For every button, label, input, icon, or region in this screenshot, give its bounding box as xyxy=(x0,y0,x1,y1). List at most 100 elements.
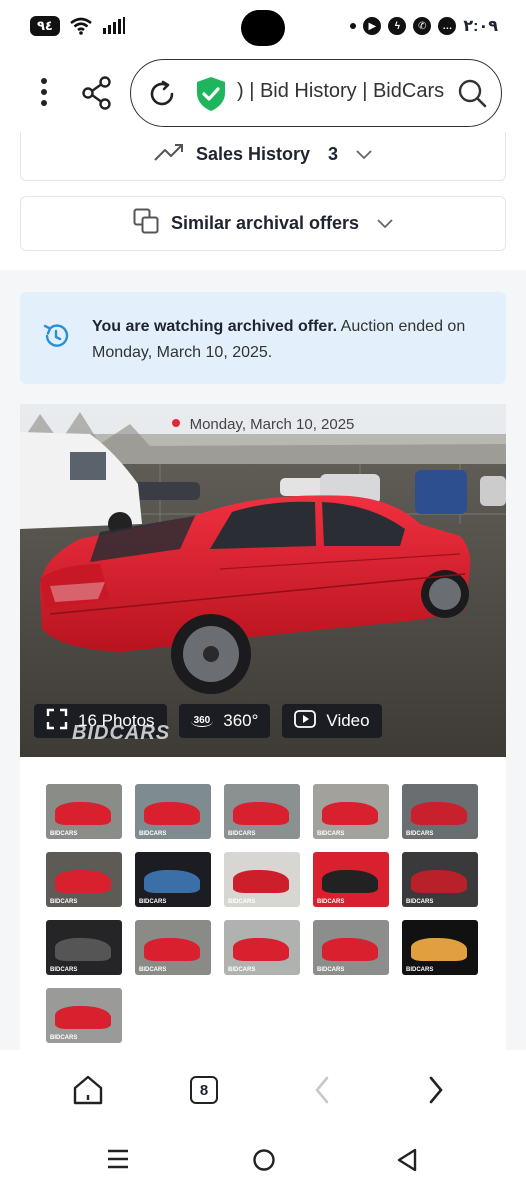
url-text[interactable]: ) | Bid History | BidCars xyxy=(237,80,444,103)
thumbnail-watermark: BIDCARS xyxy=(406,899,434,905)
thumbnail-car-shape xyxy=(144,801,201,825)
messenger-icon: ϟ xyxy=(388,17,407,35)
thumbnail-car-shape xyxy=(55,937,112,961)
auction-date: Monday, March 10, 2025 xyxy=(20,416,506,433)
thumbnail-10[interactable]: BIDCARS xyxy=(402,852,478,907)
reload-icon[interactable] xyxy=(147,79,177,114)
thumbnail-watermark: BIDCARS xyxy=(228,831,256,837)
more-vert-icon[interactable] xyxy=(36,78,52,110)
thumbnail-6[interactable]: BIDCARS xyxy=(46,852,122,907)
accordion-section: Sales History 3 Similar archival offers xyxy=(0,132,526,270)
thumbnail-car-shape xyxy=(55,869,112,893)
thumbnail-watermark: BIDCARS xyxy=(139,967,167,973)
thumbnail-4[interactable]: BIDCARS xyxy=(313,784,389,839)
thumbnail-watermark: BIDCARS xyxy=(317,899,345,905)
home-circle-icon[interactable] xyxy=(252,1148,276,1177)
copy-icon xyxy=(133,208,159,239)
thumbnail-car-shape xyxy=(322,801,379,825)
view-360-button[interactable]: 360 360° xyxy=(178,704,271,738)
whatsapp-icon: ✆ xyxy=(413,17,432,35)
thumbnail-3[interactable]: BIDCARS xyxy=(224,784,300,839)
thumbnail-watermark: BIDCARS xyxy=(139,831,167,837)
thumbnail-car-shape xyxy=(411,869,468,893)
thumbnail-watermark: BIDCARS xyxy=(50,967,78,973)
thumbnail-car-shape xyxy=(144,869,201,893)
thumbnail-15[interactable]: BIDCARS xyxy=(402,920,478,975)
view-360-icon: 360 xyxy=(190,715,214,727)
similar-offers-accordion[interactable]: Similar archival offers xyxy=(20,196,506,251)
thumbnail-watermark: BIDCARS xyxy=(50,899,78,905)
thumbnail-watermark: BIDCARS xyxy=(139,899,167,905)
forward-icon[interactable] xyxy=(426,1074,446,1111)
chevron-down-icon xyxy=(356,144,372,165)
page-content: Sales History 3 Similar archival offers … xyxy=(0,132,526,1050)
chevron-down-icon xyxy=(377,213,393,234)
thumbnail-car-shape xyxy=(322,869,379,893)
thumbnail-car-shape xyxy=(233,869,290,893)
tab-switcher-button[interactable]: 8 xyxy=(190,1076,218,1104)
signal-icon xyxy=(102,17,126,35)
search-icon[interactable] xyxy=(457,78,487,113)
thumbnail-8[interactable]: BIDCARS xyxy=(224,852,300,907)
thumbnail-5[interactable]: BIDCARS xyxy=(402,784,478,839)
similar-offers-label: Similar archival offers xyxy=(170,213,360,233)
thumbnail-car-shape xyxy=(55,801,112,825)
play-icon xyxy=(294,709,317,733)
thumbnail-watermark: BIDCARS xyxy=(406,967,434,973)
thumbnail-2[interactable]: BIDCARS xyxy=(135,784,211,839)
home-icon[interactable] xyxy=(72,1074,104,1111)
notification-dot xyxy=(350,23,357,29)
youtube-icon: ▶ xyxy=(363,17,382,35)
status-bar: ٩٤ ▶ ϟ ✆ … ٢:٠٩ xyxy=(0,0,526,56)
notice-bold: You are watching archived offer. xyxy=(92,318,338,335)
expand-icon xyxy=(46,708,68,735)
sales-history-label: Sales History xyxy=(195,143,311,164)
status-dot xyxy=(171,419,180,427)
camera-cutout xyxy=(241,10,285,46)
photo-gallery: Monday, March 10, 2025 16 Photos 360 360… xyxy=(20,404,506,1050)
thumbnail-watermark: BIDCARS xyxy=(317,967,345,973)
thumbnail-grid: BIDCARS BIDCARS BIDCARS BIDCARS BIDCARS BIDCA… xyxy=(46,784,486,1043)
wifi-icon xyxy=(70,17,92,35)
thumbnail-car-shape xyxy=(322,937,379,961)
thumbnail-car-shape xyxy=(233,801,290,825)
battery-indicator: ٩٤ xyxy=(30,16,60,36)
thumbnail-car-shape xyxy=(144,937,201,961)
thumbnail-14[interactable]: BIDCARS xyxy=(313,920,389,975)
recents-icon[interactable] xyxy=(106,1148,130,1175)
archived-notice: You are watching archived offer. Auction… xyxy=(20,292,506,384)
thumbnail-1[interactable]: BIDCARS xyxy=(46,784,122,839)
thumbnail-11[interactable]: BIDCARS xyxy=(46,920,122,975)
chat-icon: … xyxy=(438,17,457,35)
view-360-label: 360° xyxy=(223,711,259,730)
sales-history-accordion[interactable]: Sales History 3 xyxy=(20,132,506,181)
thumbnail-16[interactable]: BIDCARS xyxy=(46,988,122,1043)
thumbnail-car-shape xyxy=(411,937,468,961)
thumbnail-13[interactable]: BIDCARS xyxy=(224,920,300,975)
thumbnail-7[interactable]: BIDCARS xyxy=(135,852,211,907)
video-button[interactable]: Video xyxy=(282,704,382,738)
bidcars-watermark: BIDCARS xyxy=(72,722,171,744)
thumbnail-watermark: BIDCARS xyxy=(228,967,256,973)
thumbnail-9[interactable]: BIDCARS xyxy=(313,852,389,907)
thumbnail-watermark: BIDCARS xyxy=(50,831,78,837)
thumbnail-car-shape xyxy=(411,801,468,825)
thumbnail-car-shape xyxy=(233,937,290,961)
trending-up-icon xyxy=(154,142,184,167)
thumbnail-watermark: BIDCARS xyxy=(317,831,345,837)
nav-back-icon[interactable] xyxy=(396,1148,418,1177)
back-icon[interactable] xyxy=(312,1074,332,1111)
thumbnail-car-shape xyxy=(55,1005,112,1029)
video-label: Video xyxy=(326,711,370,730)
auction-date-text: Monday, March 10, 2025 xyxy=(189,416,355,433)
sales-history-count: 3 xyxy=(328,143,339,164)
thumbnail-12[interactable]: BIDCARS xyxy=(135,920,211,975)
system-nav-bar xyxy=(0,1130,526,1186)
address-bar[interactable]: ) | Bid History | BidCars xyxy=(130,59,502,127)
notice-text: You are watching archived offer. Auction… xyxy=(92,314,492,366)
main-car-photo[interactable]: Monday, March 10, 2025 16 Photos 360 360… xyxy=(20,404,506,757)
shield-check-icon[interactable] xyxy=(195,76,227,117)
clock: ٢:٠٩ xyxy=(463,18,498,35)
share-icon[interactable] xyxy=(82,76,112,115)
history-icon xyxy=(42,322,70,355)
